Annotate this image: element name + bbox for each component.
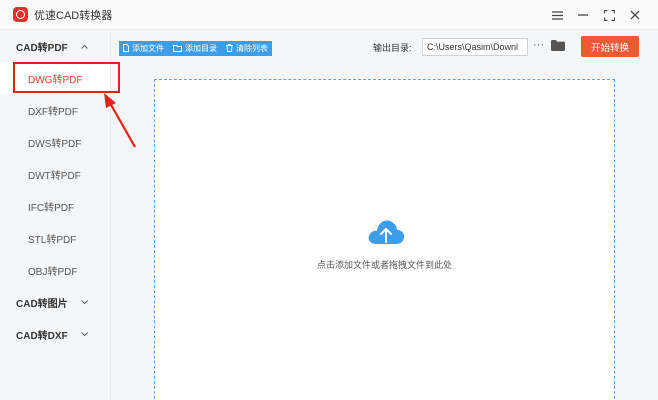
sidebar-item-dxf-to-pdf[interactable]: DXF转PDF [0, 94, 110, 126]
app-title: 优速CAD转换器 [34, 9, 113, 22]
chevron-up-icon [81, 41, 88, 51]
file-drop-zone[interactable]: 点击添加文件或者拖拽文件到此处 [154, 79, 615, 400]
close-icon[interactable] [622, 6, 648, 24]
sidebar-item-ifc-to-pdf[interactable]: IFC转PDF [0, 190, 110, 222]
folder-icon [173, 44, 182, 52]
minimize-icon[interactable] [570, 6, 596, 24]
add-folder-label: 添加目录 [185, 43, 217, 53]
output-path-field[interactable]: C:\Users\Qasim\Downl [422, 38, 528, 56]
category-cad-to-dxf[interactable]: CAD转DXF [0, 318, 110, 350]
clear-list-button[interactable]: 清除列表 [226, 43, 268, 54]
output-dir-label: 输出目录: [373, 43, 412, 53]
category-cad-to-image[interactable]: CAD转图片 [0, 286, 110, 318]
cloud-upload-icon [367, 216, 405, 249]
chevron-down-icon [81, 329, 88, 339]
toolbar: 添加文件 添加目录 清除列表 输出目录: C:\Users\Qasim\Down… [111, 30, 658, 66]
maximize-icon[interactable] [596, 6, 622, 24]
category-label: CAD转图片 [16, 298, 68, 310]
drop-hint-text: 点击添加文件或者拖拽文件到此处 [316, 260, 452, 270]
sidebar-item-stl-to-pdf[interactable]: STL转PDF [0, 222, 110, 254]
chevron-down-icon [81, 297, 88, 307]
clear-list-label: 清除列表 [236, 43, 268, 53]
menu-icon[interactable] [544, 6, 570, 24]
window-controls [544, 6, 648, 24]
category-label: CAD转PDF [16, 42, 68, 54]
sidebar-item-dwt-to-pdf[interactable]: DWT转PDF [0, 158, 110, 190]
app-logo [13, 7, 28, 22]
category-cad-to-pdf[interactable]: CAD转PDF [0, 30, 110, 62]
category-label: CAD转DXF [16, 330, 68, 342]
sidebar-item-dwg-to-pdf[interactable]: DWG转PDF [0, 62, 110, 94]
title-bar: 优速CAD转换器 [0, 0, 658, 30]
file-actions: 添加文件 添加目录 清除列表 [119, 40, 272, 56]
start-convert-button[interactable]: 开始转换 [581, 36, 639, 57]
add-folder-button[interactable]: 添加目录 [173, 43, 217, 54]
add-file-label: 添加文件 [132, 43, 164, 53]
sidebar-item-obj-to-pdf[interactable]: OBJ转PDF [0, 254, 110, 286]
trash-icon [226, 44, 233, 52]
browse-folder-icon[interactable] [551, 40, 565, 54]
sidebar: CAD转PDF DWG转PDF DXF转PDF DWS转PDF DWT转PDF … [0, 30, 111, 400]
file-icon [123, 44, 129, 52]
sidebar-item-dws-to-pdf[interactable]: DWS转PDF [0, 126, 110, 158]
more-options-button[interactable]: ··· [533, 39, 544, 51]
add-file-button[interactable]: 添加文件 [123, 43, 164, 54]
